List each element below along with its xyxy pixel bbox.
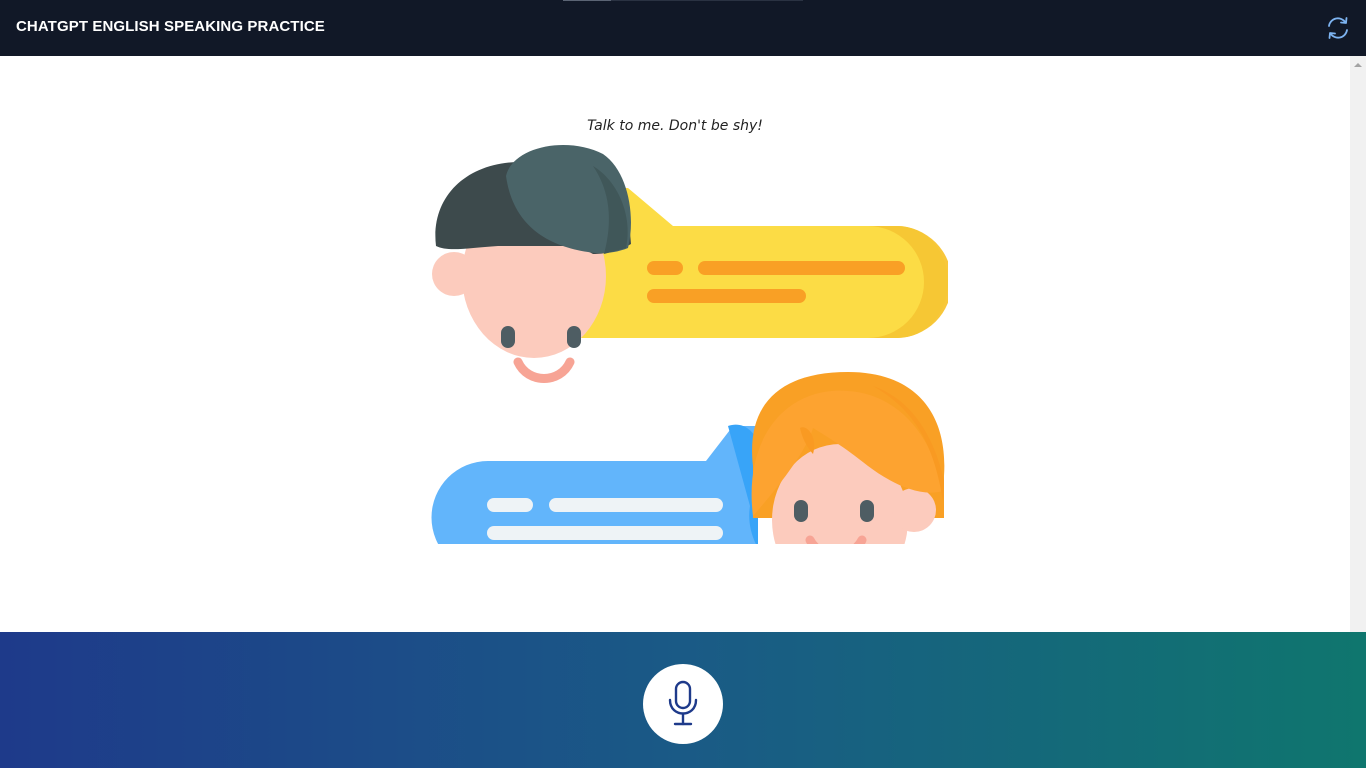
footer-bar <box>0 632 1366 768</box>
tab-indicator-track <box>611 0 803 1</box>
app-title: CHATGPT ENGLISH SPEAKING PRACTICE <box>16 18 325 35</box>
blue-speech-bubble <box>431 424 758 544</box>
two-people-chatting-illustration <box>431 145 948 544</box>
tagline: Talk to me. Don't be shy! <box>587 118 763 134</box>
app-header: CHATGPT ENGLISH SPEAKING PRACTICE <box>0 0 1366 56</box>
scroll-up-arrow-icon[interactable] <box>1354 63 1362 67</box>
main-content: Talk to me. Don't be shy! <box>0 56 1350 632</box>
refresh-button[interactable] <box>1324 14 1352 42</box>
vertical-scrollbar[interactable] <box>1350 56 1366 632</box>
tab-indicator <box>563 0 611 1</box>
microphone-icon <box>668 680 698 726</box>
refresh-icon <box>1328 17 1348 39</box>
yellow-speech-bubble <box>578 188 948 338</box>
girl-avatar <box>751 372 945 544</box>
microphone-button[interactable] <box>643 664 723 744</box>
boy-avatar <box>432 145 631 383</box>
